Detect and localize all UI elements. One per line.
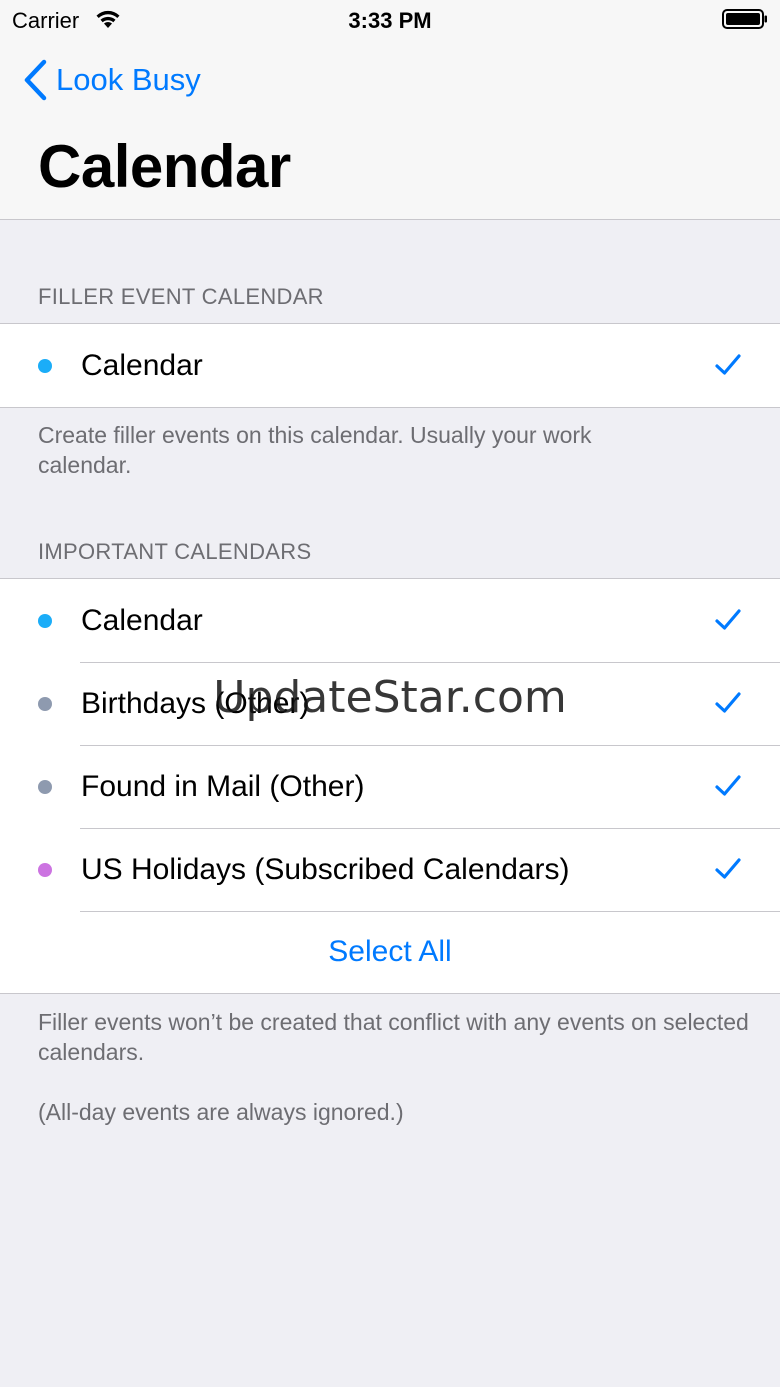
filler-calendar-group: Calendar — [0, 323, 780, 408]
important-section-header: IMPORTANT CALENDARS — [38, 539, 312, 564]
all-day-note: (All-day events are always ignored.) — [38, 1099, 404, 1125]
filler-calendar-label: Calendar — [81, 348, 203, 382]
filler-calendar-row[interactable]: Calendar — [0, 324, 780, 407]
important-calendar-label: Found in Mail (Other) — [81, 769, 365, 803]
important-section-footer: Filler events won’t be created that conf… — [38, 1009, 749, 1065]
chevron-left-icon — [24, 59, 47, 101]
battery-icon — [722, 9, 767, 29]
page-title: Calendar — [38, 133, 291, 200]
important-calendar-label: Calendar — [81, 603, 203, 637]
checkmark-icon — [715, 692, 741, 713]
important-calendar-row[interactable]: Calendar — [0, 579, 780, 662]
important-calendar-label: Birthdays (Other) — [81, 686, 310, 720]
important-calendar-label: US Holidays (Subscribed Calendars) — [81, 852, 570, 886]
checkmark-icon — [715, 858, 741, 879]
checkmark-icon — [715, 354, 741, 375]
calendar-color-dot — [38, 697, 52, 711]
checkmark-icon — [715, 775, 741, 796]
filler-section-header: FILLER EVENT CALENDAR — [38, 284, 324, 309]
select-all-button[interactable]: Select All — [0, 911, 780, 993]
calendar-color-dot — [38, 359, 52, 373]
important-calendar-row[interactable]: US Holidays (Subscribed Calendars) — [0, 828, 780, 911]
calendar-color-dot — [38, 780, 52, 794]
filler-section-footer: Create filler events on this calendar. U… — [38, 422, 592, 478]
status-bar: Carrier 3:33 PM — [0, 0, 780, 40]
checkmark-icon — [715, 609, 741, 630]
important-calendar-row[interactable]: Birthdays (Other) — [0, 662, 780, 745]
important-calendars-group: Calendar Birthdays (Other) Found in Mail… — [0, 578, 780, 994]
calendar-color-dot — [38, 614, 52, 628]
navigation-bar: Look Busy Calendar — [0, 40, 780, 220]
status-time: 3:33 PM — [348, 8, 432, 33]
important-calendar-row[interactable]: Found in Mail (Other) — [0, 745, 780, 828]
back-button[interactable]: Look Busy — [22, 56, 201, 104]
back-button-label: Look Busy — [56, 62, 201, 97]
calendar-color-dot — [38, 863, 52, 877]
